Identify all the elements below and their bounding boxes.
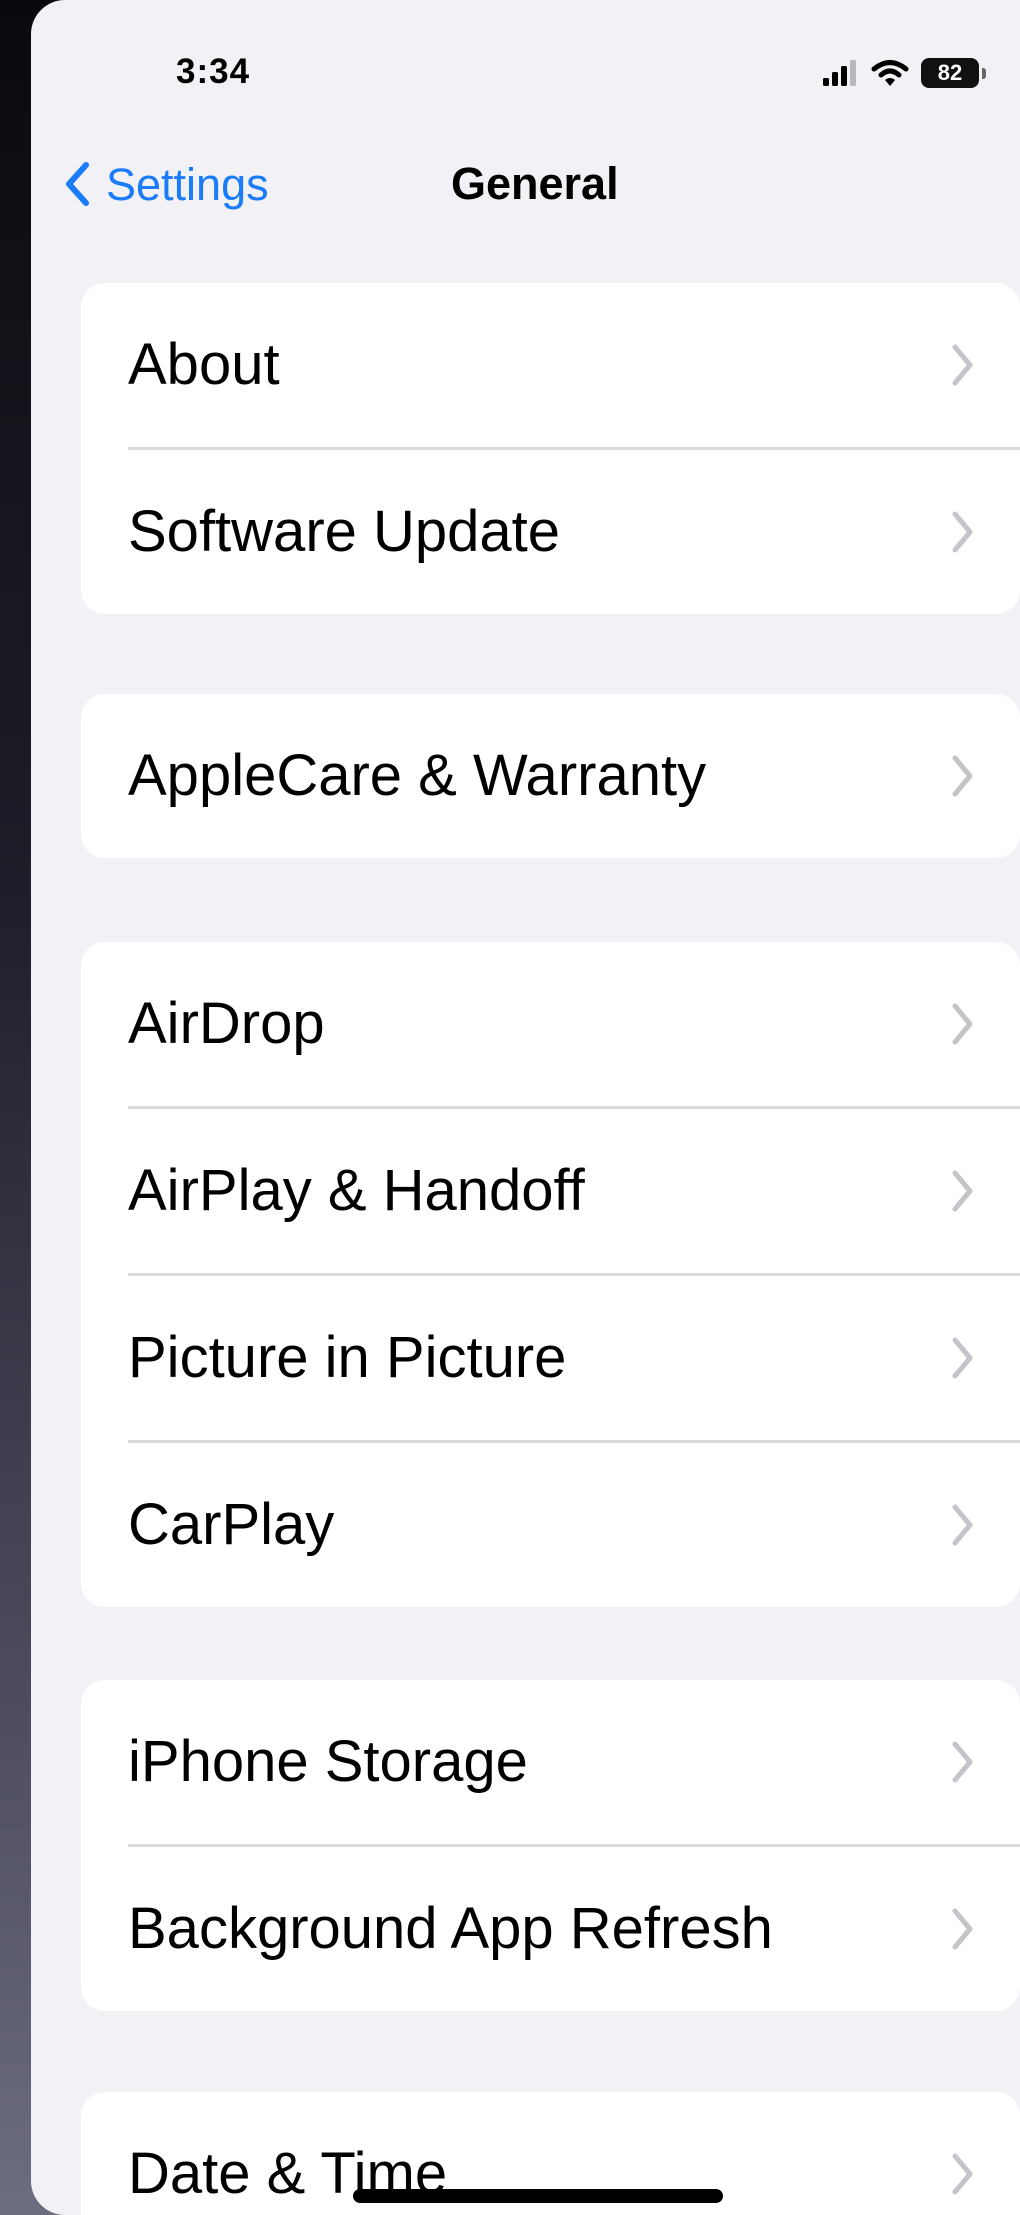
list-item-label: AirDrop [128, 991, 325, 1056]
settings-group-device-info: About Software Update [81, 283, 1020, 614]
list-item-software-update[interactable]: Software Update [128, 447, 1020, 614]
chevron-right-icon [952, 1003, 973, 1045]
status-time: 3:34 [176, 52, 251, 91]
cellular-signal-icon [823, 60, 856, 86]
list-item-airdrop[interactable]: AirDrop [81, 942, 1020, 1106]
chevron-right-icon [952, 1908, 973, 1950]
battery-nub [982, 67, 986, 79]
home-indicator[interactable] [353, 2189, 723, 2203]
list-item-label: About [128, 332, 280, 397]
list-item-label: Software Update [128, 499, 561, 564]
list-item-background-app-refresh[interactable]: Background App Refresh [128, 1844, 1020, 2011]
list-item-label: AirPlay & Handoff [128, 1158, 585, 1223]
list-item-about[interactable]: About [81, 283, 1020, 447]
page-title: General [451, 158, 619, 209]
chevron-right-icon [952, 511, 973, 553]
chevron-right-icon [952, 1504, 973, 1546]
chevron-left-icon [66, 162, 89, 206]
list-item-carplay[interactable]: CarPlay [128, 1440, 1020, 1607]
back-button[interactable]: Settings [64, 152, 269, 216]
chevron-right-icon [952, 1170, 973, 1212]
status-icons: 82 [823, 58, 986, 88]
settings-group-applecare: AppleCare & Warranty [81, 694, 1020, 858]
settings-group-connectivity: AirDrop AirPlay & Handoff Picture in Pic… [81, 942, 1020, 1607]
chevron-right-icon [952, 2153, 973, 2195]
battery-icon: 82 [921, 58, 979, 88]
list-item-airplay-handoff[interactable]: AirPlay & Handoff [128, 1106, 1020, 1273]
list-item-label: Picture in Picture [128, 1325, 567, 1390]
list-item-label: CarPlay [128, 1492, 335, 1557]
chevron-right-icon [952, 755, 973, 797]
chevron-right-icon [952, 1741, 973, 1783]
battery-level: 82 [937, 60, 963, 85]
settings-group-storage: iPhone Storage Background App Refresh [81, 1680, 1020, 2011]
chevron-right-icon [952, 1337, 973, 1379]
list-item-iphone-storage[interactable]: iPhone Storage [81, 1680, 1020, 1844]
list-item-label: Background App Refresh [128, 1896, 773, 1961]
list-item-applecare-warranty[interactable]: AppleCare & Warranty [81, 694, 1020, 858]
chevron-right-icon [952, 344, 973, 386]
list-item-label: AppleCare & Warranty [128, 743, 707, 808]
wifi-icon [871, 60, 909, 86]
list-item-picture-in-picture[interactable]: Picture in Picture [128, 1273, 1020, 1440]
list-item-label: iPhone Storage [128, 1729, 528, 1794]
general-settings-screen: 3:34 82 Settings General About Software … [31, 0, 1020, 2215]
back-button-label: Settings [106, 158, 269, 210]
